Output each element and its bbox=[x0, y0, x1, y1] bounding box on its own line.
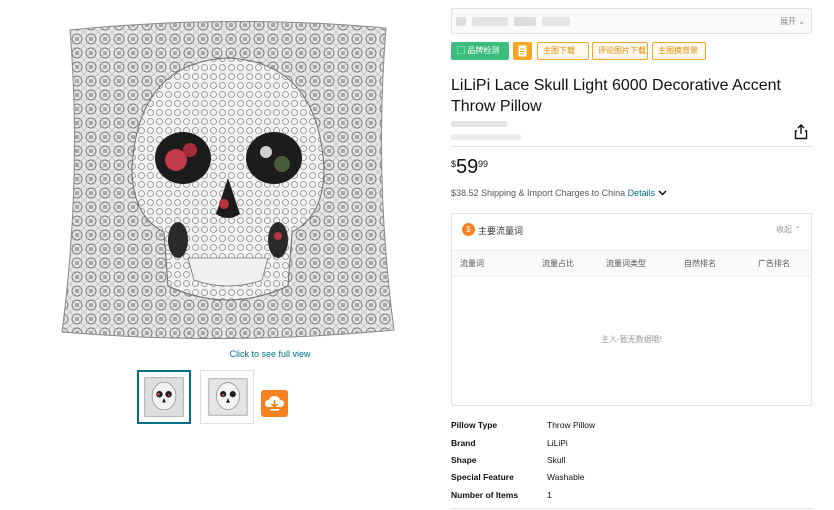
spec-value: Skull bbox=[547, 455, 566, 465]
spec-row: Brand LiLiPi bbox=[451, 438, 812, 452]
flow-badge-icon: $ bbox=[462, 223, 475, 236]
column-header: 自然排名 bbox=[684, 259, 716, 268]
shipping-info: $38.52 Shipping & Import Charges to Chin… bbox=[451, 188, 667, 198]
spec-row: Number of Items 1 bbox=[451, 490, 812, 504]
divider bbox=[451, 508, 812, 509]
column-header: 流量词类型 bbox=[606, 259, 646, 268]
chevron-down-icon: ⌄ bbox=[798, 17, 805, 26]
column-header: 广告排名 bbox=[758, 259, 790, 268]
main-image-download-button[interactable]: 主图下载 bbox=[537, 42, 589, 60]
share-icon[interactable] bbox=[794, 124, 808, 140]
spec-row: Shape Skull bbox=[451, 455, 812, 469]
details-label: Details bbox=[627, 188, 656, 198]
collapse-label: 收起 bbox=[776, 225, 793, 234]
spec-value: Throw Pillow bbox=[547, 420, 596, 430]
spec-key: Brand bbox=[451, 438, 476, 448]
spec-value: LiLiPi bbox=[547, 438, 568, 448]
spec-key: Pillow Type bbox=[451, 420, 498, 430]
see-full-view-link[interactable]: Click to see full view bbox=[140, 349, 400, 359]
main-image-background-button[interactable]: 主图换背景 bbox=[652, 42, 706, 60]
obscured-header-bar: 展开 ⌄ bbox=[451, 8, 812, 34]
brand-check-label: 品牌检测 bbox=[467, 46, 500, 55]
obscured-byline bbox=[451, 134, 521, 140]
empty-state-text: 主人-暂无数据哦! bbox=[601, 335, 662, 344]
obscured-byline bbox=[451, 121, 507, 127]
spec-key: Special Feature bbox=[451, 472, 514, 482]
obscured-text bbox=[472, 17, 508, 26]
panel-title: 主要流量词 bbox=[478, 226, 524, 236]
divider bbox=[451, 146, 812, 147]
column-header: 流量占比 bbox=[542, 259, 574, 268]
obscured-text bbox=[456, 17, 466, 26]
chevron-down-icon bbox=[658, 190, 667, 196]
thumbnail-1[interactable] bbox=[137, 370, 191, 424]
document-icon bbox=[518, 45, 527, 57]
product-details-column: 展开 ⌄ ▢ 品牌检测 主图下载 评论图片下载 主图换背景 LiLiPi Lac… bbox=[451, 0, 816, 510]
details-link[interactable]: Details bbox=[628, 188, 667, 198]
spec-value: Washable bbox=[547, 472, 585, 482]
document-icon-button[interactable] bbox=[513, 42, 532, 60]
table-header: 流量词 流量占比 流量词类型 自然排名 广告排名 bbox=[452, 250, 811, 277]
expand-toggle[interactable]: 展开 ⌄ bbox=[780, 16, 805, 27]
spec-value: 1 bbox=[547, 490, 552, 500]
spec-key: Shape bbox=[451, 455, 477, 465]
expand-label: 展开 bbox=[780, 17, 797, 26]
traffic-keywords-panel: $ 主要流量词 收起 ⌃ 流量词 流量占比 流量词类型 自然排名 广告排名 主人… bbox=[451, 213, 812, 406]
brand-check-button[interactable]: ▢ 品牌检测 bbox=[451, 42, 509, 60]
spec-key: Number of Items bbox=[451, 490, 519, 500]
shipping-text: $38.52 Shipping & Import Charges to Chin… bbox=[451, 188, 626, 198]
spec-row: Special Feature Washable bbox=[451, 472, 812, 486]
price-whole: 59 bbox=[456, 156, 479, 178]
chevron-up-icon: ⌃ bbox=[794, 225, 801, 234]
product-title: LiLiPi Lace Skull Light 6000 Decorative … bbox=[451, 77, 781, 115]
cloud-download-icon[interactable] bbox=[261, 390, 288, 417]
spec-row: Pillow Type Throw Pillow bbox=[451, 420, 812, 434]
review-image-download-button[interactable]: 评论图片下载 bbox=[592, 42, 648, 60]
main-product-image[interactable] bbox=[56, 18, 401, 340]
obscured-text bbox=[514, 17, 536, 26]
thumbnail-2[interactable] bbox=[200, 370, 254, 424]
price-fraction: 99 bbox=[478, 159, 489, 169]
obscured-text bbox=[542, 17, 570, 26]
collapse-toggle[interactable]: 收起 ⌃ bbox=[776, 224, 801, 235]
column-header: 流量词 bbox=[460, 259, 484, 268]
square-icon: ▢ bbox=[457, 46, 465, 55]
